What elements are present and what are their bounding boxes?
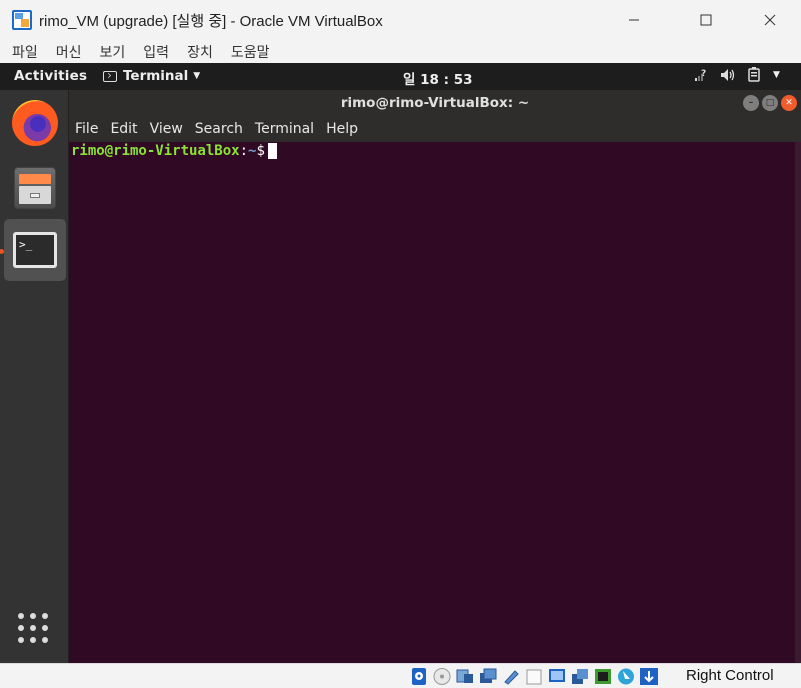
dock-item-files[interactable]: [4, 157, 66, 219]
maximize-button[interactable]: [683, 0, 729, 40]
svg-text:?: ?: [701, 69, 706, 79]
gnome-topbar: Activities Terminal ▼ 일 18 : 53 ? ▼: [0, 63, 801, 90]
firefox-icon: [12, 100, 58, 146]
menu-input[interactable]: 입력: [141, 42, 171, 62]
host-key-label: Right Control: [686, 667, 774, 684]
dock-item-firefox[interactable]: [4, 92, 66, 154]
cpu-activity-icon[interactable]: [593, 667, 613, 686]
volume-icon: [721, 68, 735, 81]
optical-drive-icon[interactable]: [432, 667, 452, 686]
terminal-menu-edit[interactable]: Edit: [104, 121, 143, 137]
terminal-maximize-button[interactable]: □: [762, 95, 778, 111]
window-titlebar: rimo_VM (upgrade) [실행 중] - Oracle VM Vir…: [0, 0, 801, 40]
network-adapter-icon[interactable]: [478, 667, 498, 686]
usb-icon[interactable]: [501, 667, 521, 686]
menu-file[interactable]: 파일: [10, 42, 40, 62]
terminal-minimize-button[interactable]: –: [743, 95, 759, 111]
activities-button[interactable]: Activities: [14, 68, 87, 84]
terminal-small-icon: [103, 70, 117, 82]
prompt-colon: :: [239, 143, 249, 159]
app-menu-label: Terminal: [123, 68, 189, 84]
terminal-scrollbar[interactable]: [795, 142, 801, 663]
terminal-close-button[interactable]: ✕: [781, 95, 797, 111]
vbox-statusbar: Right Control: [0, 663, 801, 688]
terminal-menubar: File Edit View Search Terminal Help: [69, 116, 801, 142]
guest-display[interactable]: Activities Terminal ▼ 일 18 : 53 ? ▼ >_ r…: [0, 63, 801, 663]
dock: >_: [0, 90, 69, 663]
terminal-menu-terminal[interactable]: Terminal: [249, 121, 320, 137]
terminal-title: rimo@rimo-VirtualBox: ~: [340, 95, 530, 111]
system-menu-chevron-icon: ▼: [773, 69, 780, 80]
shared-folders-icon[interactable]: [524, 667, 544, 686]
text-cursor: [267, 143, 277, 159]
vbox-menubar: 파일 머신 보기 입력 장치 도움말: [0, 40, 801, 63]
prompt-user-host: rimo@rimo-VirtualBox: [71, 143, 240, 159]
menu-help[interactable]: 도움말: [229, 42, 272, 62]
terminal-menu-file[interactable]: File: [69, 121, 104, 137]
menu-view[interactable]: 보기: [98, 42, 128, 62]
system-tray[interactable]: ? ▼: [694, 67, 780, 82]
video-capture-icon[interactable]: [570, 667, 590, 686]
terminal-window[interactable]: rimo@rimo-VirtualBox: ~ – □ ✕ File Edit …: [69, 90, 801, 663]
terminal-icon: >_: [13, 232, 57, 268]
terminal-menu-help[interactable]: Help: [320, 121, 364, 137]
mouse-integration-icon[interactable]: [616, 667, 636, 686]
terminal-menu-search[interactable]: Search: [189, 121, 249, 137]
show-applications-grid-icon[interactable]: [18, 613, 52, 647]
terminal-titlebar[interactable]: rimo@rimo-VirtualBox: ~ – □ ✕: [69, 90, 801, 116]
menu-devices[interactable]: 장치: [185, 42, 215, 62]
virtualbox-app-icon[interactable]: [11, 9, 33, 31]
app-menu[interactable]: Terminal ▼: [103, 68, 200, 84]
terminal-output[interactable]: rimo@rimo-VirtualBox:~$: [69, 142, 795, 663]
keyboard-capture-icon[interactable]: [639, 667, 659, 686]
clock[interactable]: 일 18 : 53: [403, 68, 473, 88]
audio-icon[interactable]: [455, 667, 475, 686]
battery-icon: [748, 67, 760, 82]
close-button[interactable]: [747, 0, 793, 40]
chevron-down-icon: ▼: [193, 71, 201, 81]
dock-item-terminal[interactable]: >_: [4, 219, 66, 281]
hard-disk-icon[interactable]: [409, 667, 429, 686]
menu-machine[interactable]: 머신: [54, 42, 84, 62]
window-title: rimo_VM (upgrade) [실행 중] - Oracle VM Vir…: [39, 12, 383, 30]
files-icon: [14, 167, 56, 209]
prompt-symbol: $: [256, 143, 265, 159]
network-icon: ?: [695, 69, 706, 81]
display-icon[interactable]: [547, 667, 567, 686]
terminal-menu-view[interactable]: View: [144, 121, 189, 137]
minimize-button[interactable]: [611, 0, 657, 40]
